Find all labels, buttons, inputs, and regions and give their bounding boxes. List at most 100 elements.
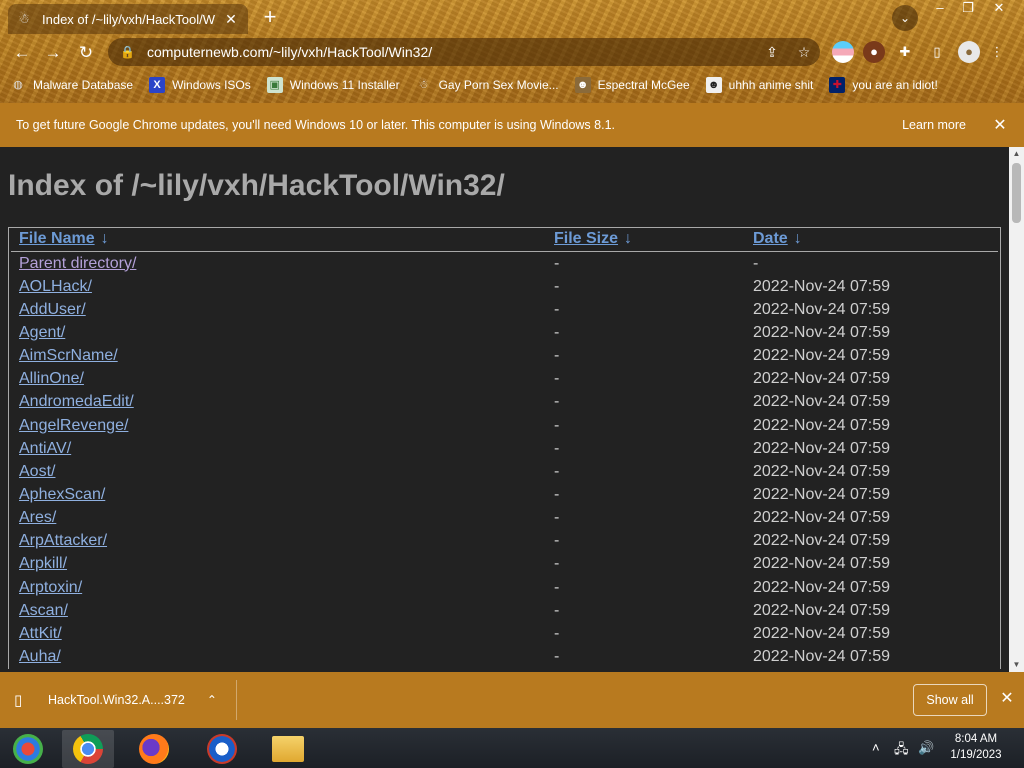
address-bar[interactable]: 🔒 computernewb.com/~lily/vxh/HackTool/Wi… — [108, 38, 820, 66]
bookmark-site[interactable]: ☃ Gay Porn Sex Movie... — [416, 77, 559, 93]
file-link[interactable]: AphexScan/ — [11, 486, 554, 504]
network-icon[interactable]: 🖧 — [894, 740, 909, 762]
file-date: 2022-Nov-24 07:59 — [753, 509, 890, 527]
browser-tab[interactable]: ☃ Index of /~lily/vxh/HackTool/W ✕ — [8, 4, 248, 34]
recordpad-icon[interactable] — [2, 730, 54, 768]
bookmark-you-are-an-idiot[interactable]: ✚ you are an idiot! — [829, 77, 938, 93]
file-link[interactable]: AddUser/ — [11, 301, 554, 319]
outlook-icon[interactable] — [196, 730, 248, 768]
file-size: - — [554, 509, 560, 527]
shelf-close-icon[interactable]: ✕ — [996, 688, 1018, 708]
file-link[interactable]: ArpAttacker/ — [11, 532, 554, 550]
file-link[interactable]: Ascan/ — [11, 602, 554, 620]
lock-icon[interactable]: 🔒 — [120, 45, 135, 59]
window-restore-button[interactable]: ❐ — [954, 0, 982, 18]
tab-close-icon[interactable]: ✕ — [222, 11, 240, 28]
table-row: AimScrName/- 2022-Nov-24 07:59 — [11, 345, 998, 368]
bookmark-malware-database[interactable]: ◍ Malware Database — [10, 77, 133, 93]
file-link[interactable]: AttKit/ — [11, 625, 554, 643]
file-link[interactable]: Parent directory/ — [11, 255, 554, 273]
file-link[interactable]: Arptoxin/ — [11, 579, 554, 597]
side-panel-icon[interactable]: ▯ — [926, 41, 948, 63]
file-link[interactable]: AOLHack/ — [11, 278, 554, 296]
shelf-divider — [236, 680, 237, 720]
avatar-icon: ☻ — [574, 77, 591, 93]
tab-search-chevron-icon[interactable]: ⌄ — [892, 5, 918, 31]
share-icon[interactable]: ⇪ — [756, 44, 788, 61]
window-close-button[interactable]: ✕ — [984, 0, 1014, 18]
column-header-date[interactable]: Date ↓ — [753, 230, 993, 251]
extension-flag-icon[interactable] — [832, 41, 854, 63]
volume-icon[interactable]: 🔊 — [918, 740, 934, 756]
table-row: AOLHack/- 2022-Nov-24 07:59 — [11, 275, 998, 298]
file-date: 2022-Nov-24 07:59 — [753, 578, 890, 596]
table-row: Arptoxin/- 2022-Nov-24 07:59 — [11, 576, 998, 599]
file-link[interactable]: Ares/ — [11, 509, 554, 527]
chrome-icon[interactable] — [62, 730, 114, 768]
profile-extension-icon[interactable]: ● — [863, 41, 885, 63]
file-size: - — [554, 416, 560, 434]
file-date: 2022-Nov-24 07:59 — [753, 555, 890, 573]
file-size: - — [554, 439, 560, 457]
download-shelf: ▯ HackTool.Win32.A....372 ⌃ Show all ✕ — [0, 672, 1024, 728]
bookmark-espectral-mcgee[interactable]: ☻ Espectral McGee — [574, 77, 690, 93]
file-date: 2022-Nov-24 07:59 — [753, 300, 890, 318]
file-link[interactable]: AndromedaEdit/ — [11, 393, 554, 411]
bookmark-anime[interactable]: ☻ uhhh anime shit — [705, 77, 813, 93]
scrollbar-thumb[interactable] — [1012, 163, 1021, 223]
back-button[interactable]: ← — [9, 40, 35, 66]
show-all-button[interactable]: Show all — [913, 684, 987, 716]
table-row: Ascan/- 2022-Nov-24 07:59 — [11, 599, 998, 622]
column-header-file-size[interactable]: File Size ↓ — [554, 230, 753, 251]
table-row: AllinOne/- 2022-Nov-24 07:59 — [11, 368, 998, 391]
column-header-file-name[interactable]: File Name ↓ — [11, 230, 554, 251]
file-date: 2022-Nov-24 07:59 — [753, 370, 890, 388]
reload-button[interactable]: ↻ — [73, 40, 99, 66]
window-minimize-button[interactable]: – — [926, 0, 954, 18]
file-link[interactable]: AllinOne/ — [11, 370, 554, 388]
chevron-up-icon[interactable]: ⌃ — [207, 693, 217, 707]
file-size: - — [554, 485, 560, 503]
clock-date: 1/19/2023 — [950, 749, 1002, 761]
file-link[interactable]: Aost/ — [11, 463, 554, 481]
show-hidden-icons-chevron-icon[interactable]: ˄ — [872, 740, 880, 755]
bookmark-windows-11-installer[interactable]: ▣ Windows 11 Installer — [266, 77, 400, 93]
file-size: - — [554, 555, 560, 573]
file-link[interactable]: Auha/ — [11, 648, 554, 666]
file-date: 2022-Nov-24 07:59 — [753, 277, 890, 295]
info-bar-message: To get future Google Chrome updates, you… — [16, 118, 615, 132]
file-size: - — [554, 601, 560, 619]
bookmark-star-icon[interactable]: ☆ — [788, 44, 820, 61]
file-size: - — [554, 624, 560, 642]
system-clock[interactable]: 8:04 AM 1/19/2023 — [936, 731, 1016, 763]
download-item[interactable]: ▯ HackTool.Win32.A....372 ⌃ — [14, 684, 217, 716]
page-content: Index of /~lily/vxh/HackTool/Win32/ File… — [0, 147, 1009, 672]
scroll-up-icon[interactable]: ▲ — [1009, 147, 1024, 161]
url-text[interactable]: computernewb.com/~lily/vxh/HackTool/Win3… — [147, 44, 756, 60]
file-date: 2022-Nov-24 07:59 — [753, 347, 890, 365]
file-date: - — [753, 254, 759, 272]
bookmark-windows-isos[interactable]: X Windows ISOs — [149, 77, 251, 93]
table-body: Parent directory/- - AOLHack/-2022-Nov-24 … — [9, 252, 1000, 669]
file-date: 2022-Nov-24 07:59 — [753, 647, 890, 665]
info-bar-close-icon[interactable]: ✕ — [988, 115, 1012, 135]
extensions-puzzle-icon[interactable]: ✚ — [894, 41, 916, 63]
file-link[interactable]: AimScrName/ — [11, 347, 554, 365]
scroll-down-icon[interactable]: ▼ — [1009, 658, 1024, 672]
forward-button[interactable]: → — [40, 40, 66, 66]
file-link[interactable]: AngelRevenge/ — [11, 417, 554, 435]
file-link[interactable]: AntiAV/ — [11, 440, 554, 458]
menu-kebab-icon[interactable]: ⋮ — [990, 41, 1004, 63]
profile-avatar-icon[interactable]: ● — [958, 41, 980, 63]
file-explorer-icon[interactable] — [262, 730, 314, 768]
table-header: File Name ↓ File Size ↓ Date ↓ — [11, 228, 998, 252]
table-row: AphexScan/- 2022-Nov-24 07:59 — [11, 483, 998, 506]
firefox-icon[interactable] — [128, 730, 180, 768]
file-link[interactable]: Agent/ — [11, 324, 554, 342]
new-tab-button[interactable]: + — [258, 6, 282, 30]
file-link[interactable]: Arpkill/ — [11, 555, 554, 573]
table-row: Ares/- 2022-Nov-24 07:59 — [11, 507, 998, 530]
learn-more-link[interactable]: Learn more — [902, 118, 966, 132]
file-size: - — [554, 370, 560, 388]
vertical-scrollbar[interactable]: ▲ ▼ — [1009, 147, 1024, 672]
